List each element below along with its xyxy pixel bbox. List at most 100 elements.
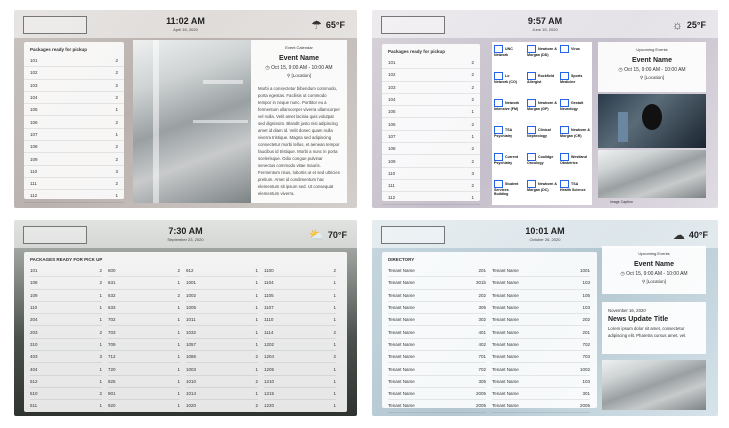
directory-entry: Gestalt Neurology <box>560 99 584 111</box>
tenant-name: Tenant Name <box>388 378 415 384</box>
tenant-logo-icon <box>560 99 569 107</box>
unit-number: 1202 <box>264 341 275 347</box>
temperature: 65°F <box>325 20 345 30</box>
package-count: 2 <box>333 329 336 335</box>
unit-number: 105 <box>30 107 38 113</box>
unit-number: 106 <box>30 119 38 125</box>
package-row: 720 1 <box>108 363 180 376</box>
tenant-row: Tenant Name 2005 <box>492 400 590 413</box>
weather-widget: ☂ 65°F <box>311 18 345 32</box>
unit-number: 110 <box>388 170 396 176</box>
event-name: Event Name <box>633 261 675 268</box>
package-row: 101 2 <box>382 57 480 70</box>
unit-number: 107 <box>30 131 38 137</box>
package-row: 111 2 <box>382 180 480 193</box>
package-row: 703 1 <box>108 326 180 339</box>
unit-number: 2005 <box>475 403 486 409</box>
tenant-logo-icon <box>494 72 503 80</box>
directory-entry: Westland Obstetrics <box>560 153 587 165</box>
package-row: 1215 1 <box>264 388 336 401</box>
package-row: 110 3 <box>382 168 480 180</box>
header-bar: 10:01 AM October 26, 2020 ☁ 40°F <box>372 220 718 248</box>
package-row: 712 1 <box>108 351 180 364</box>
unit-number: 1204 <box>264 354 275 360</box>
package-row: 512 1 <box>30 376 102 388</box>
packages-column: 1100 2 1104 1 1105 1 1107 1 1110 1 1114 2 1202 1 1204 2… <box>264 265 336 413</box>
unit-number: 1020 <box>186 403 197 409</box>
tenant-logo-icon <box>494 45 503 53</box>
unit-number: 1002 <box>579 366 590 372</box>
package-count: 1 <box>177 354 180 360</box>
package-count: 1 <box>177 317 180 323</box>
tenant-name: Tenant Name <box>492 292 519 298</box>
clock-date: April 16, 2020 <box>173 27 198 32</box>
tenant-name: Tenant Name <box>388 305 415 311</box>
unit-number: 633 <box>108 305 116 311</box>
package-count: 1 <box>333 403 336 409</box>
unit-number: 109 <box>30 292 38 298</box>
unit-number: 109 <box>388 158 396 164</box>
package-count: 1 <box>255 280 258 286</box>
directory-entry: Coolidge Oncology <box>527 153 554 165</box>
package-count: 2 <box>471 97 474 103</box>
tenant-list: Tenant Name 201 Tenant Name 301b Tenant Name… <box>382 265 597 413</box>
package-count: 1 <box>115 131 118 137</box>
temperature: 70°F <box>327 230 347 240</box>
unit-number: 709 <box>108 341 116 347</box>
unit-number: 112 <box>30 193 38 199</box>
building-directory: UNC Network Newborn & Morgan (DD) Virus Lo … <box>492 42 592 205</box>
unit-number: 101 <box>388 60 396 66</box>
unit-number: 825 <box>108 378 116 384</box>
package-row: 110 3 <box>24 166 124 178</box>
package-count: 2 <box>115 144 118 150</box>
tenant-name: Tenant Name <box>388 354 415 360</box>
tenant-name: Tenant Name <box>492 329 519 335</box>
atrium-photo <box>598 150 706 198</box>
tenant-name: Tenant Name <box>492 268 519 274</box>
package-count: 2 <box>471 183 474 189</box>
directory-entry: Clinical Nephrology <box>527 126 551 138</box>
package-count: 2 <box>115 70 118 76</box>
package-count: 1 <box>99 403 102 409</box>
tenant-row: Tenant Name 305 <box>388 376 486 388</box>
package-count: 1 <box>177 329 180 335</box>
package-row: 110 1 <box>30 302 102 315</box>
event-location: ⚲ [Location] <box>641 279 667 284</box>
package-row: 105 1 <box>382 106 480 119</box>
temperature: 40°F <box>688 230 708 240</box>
package-row: 107 1 <box>382 131 480 144</box>
package-row: 511 1 <box>30 400 102 413</box>
unit-number: 702 <box>478 366 486 372</box>
tenant-logo-icon <box>527 45 536 53</box>
unit-number: 105 <box>582 292 590 298</box>
tenant-name: Tenant Name <box>388 280 415 286</box>
temperature: 25°F <box>686 20 706 30</box>
unit-number: 112 <box>388 195 396 201</box>
package-row: 633 1 <box>108 302 180 315</box>
unit-number: 110 <box>30 305 38 311</box>
unit-number: 920 <box>108 403 116 409</box>
unit-number: 104 <box>388 97 396 103</box>
package-count: 1 <box>255 268 258 274</box>
unit-number: 703 <box>108 329 116 335</box>
weather-widget: ☁ 40°F <box>673 228 708 242</box>
directory-entry: TSA Health Science <box>560 180 586 192</box>
tenant-row: Tenant Name 703 <box>492 351 590 364</box>
package-count: 2 <box>115 82 118 88</box>
unit-number: 106 <box>388 121 396 127</box>
unit-number: 901 <box>108 391 116 397</box>
package-count: 1 <box>99 341 102 347</box>
package-row: 920 1 <box>108 400 180 413</box>
package-row: 1107 1 <box>264 302 336 315</box>
unit-number: 102 <box>30 70 38 76</box>
unit-number: 1215 <box>264 391 275 397</box>
clock-time: 11:02 AM <box>166 16 205 26</box>
package-count: 1 <box>471 195 474 201</box>
event-name: Event Name <box>278 55 320 62</box>
tenant-row: Tenant Name 201 <box>388 265 486 278</box>
header-bar: 11:02 AM April 16, 2020 ☂ 65°F <box>14 10 357 38</box>
package-row: 1032 1 <box>186 326 258 339</box>
package-row: 1110 1 <box>264 314 336 327</box>
package-count: 2 <box>255 354 258 360</box>
unit-number: 201 <box>582 329 590 335</box>
